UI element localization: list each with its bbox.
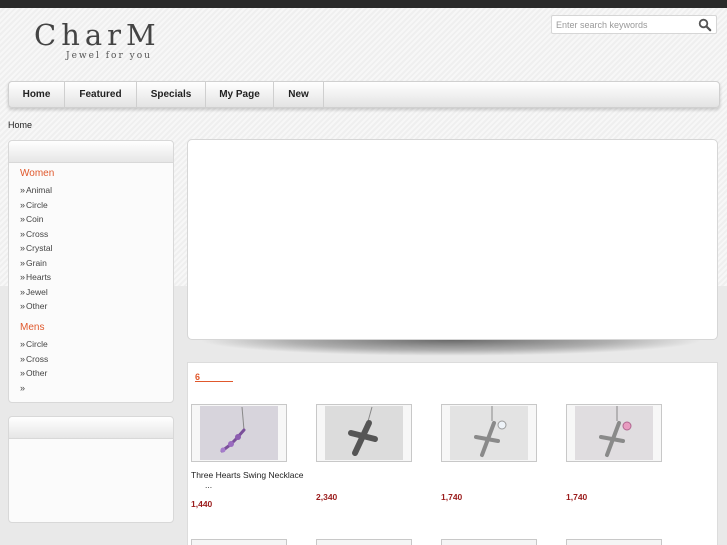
product-price: 1,740 (566, 492, 588, 502)
category-item[interactable]: » Other (20, 366, 48, 381)
double-chevron-icon: » (20, 185, 25, 195)
product-image[interactable] (566, 539, 662, 545)
double-chevron-icon: » (20, 257, 25, 268)
category-item[interactable]: » (20, 381, 48, 396)
product-image[interactable] (566, 404, 662, 462)
double-chevron-icon: » (20, 301, 25, 311)
secondary-panel-header (9, 417, 173, 439)
nav-specials[interactable]: Specials (137, 82, 206, 107)
product-image[interactable] (191, 404, 287, 462)
double-chevron-icon: » (20, 286, 25, 297)
nav-home[interactable]: Home (9, 82, 65, 107)
breadcrumb[interactable]: Home (8, 120, 32, 130)
product-price: 2,340 (316, 492, 338, 502)
product-card[interactable]: 2,340 (316, 404, 412, 502)
product-card[interactable]: 1,740 (441, 404, 537, 502)
double-chevron-icon: » (20, 353, 25, 364)
category-item[interactable]: » Cross (20, 352, 48, 367)
search-input[interactable] (556, 18, 691, 32)
product-listing: 6 Three Hearts Swing Necklace ... 1,440 (187, 362, 718, 545)
search-box (551, 15, 717, 34)
double-chevron-icon: » (20, 272, 25, 282)
logo-title: CharM (34, 18, 161, 52)
product-image[interactable] (316, 404, 412, 462)
product-price: 1,440 (191, 499, 213, 509)
secondary-panel (8, 416, 174, 523)
nav-new[interactable]: New (274, 82, 324, 107)
double-chevron-icon: » (20, 368, 25, 378)
double-chevron-icon: » (20, 228, 25, 239)
double-chevron-icon: » (20, 199, 25, 210)
category-item[interactable]: » Circle (20, 198, 52, 213)
top-bar (0, 0, 727, 8)
category-item[interactable]: » Cross (20, 227, 52, 242)
product-card[interactable]: 1,740 (566, 404, 662, 502)
banner-shadow (198, 340, 704, 356)
product-image[interactable] (441, 539, 537, 545)
category-item[interactable]: » Coin (20, 212, 52, 227)
site-logo[interactable]: CharM Jewel for you (34, 18, 161, 61)
category-item[interactable]: » Hearts (20, 270, 52, 285)
category-heading-women[interactable]: Women (20, 168, 54, 179)
main-banner[interactable] (187, 139, 718, 340)
double-chevron-icon: » (20, 243, 25, 253)
logo-tagline: Jewel for you (66, 51, 152, 61)
product-count-link[interactable]: 6 (195, 372, 233, 382)
product-image[interactable] (191, 539, 287, 545)
product-image[interactable] (441, 404, 537, 462)
product-card[interactable]: Three Hearts Swing Necklace ... 1,440 (191, 404, 303, 509)
search-icon[interactable] (698, 18, 712, 32)
product-name[interactable]: Three Hearts Swing Necklace (191, 470, 303, 480)
category-item[interactable]: » Animal (20, 183, 52, 198)
nav-featured[interactable]: Featured (65, 82, 137, 107)
nav-my-page[interactable]: My Page (206, 82, 274, 107)
women-category-list: » Animal » Circle » Coin » Cross » Crystal » G… (20, 183, 52, 314)
main-nav: Home Featured Specials My Page New (8, 81, 720, 108)
double-chevron-icon: » (20, 339, 25, 349)
product-image[interactable] (316, 539, 412, 545)
category-heading-mens[interactable]: Mens (20, 322, 44, 333)
double-chevron-icon: » (20, 382, 25, 393)
category-item[interactable]: » Jewel (20, 285, 52, 300)
product-name-continued: ... (205, 480, 213, 490)
double-chevron-icon: » (20, 214, 25, 224)
category-item[interactable]: » Crystal (20, 241, 52, 256)
category-panel-header (9, 141, 173, 163)
category-item[interactable]: » Other (20, 299, 52, 314)
product-price: 1,740 (441, 492, 463, 502)
category-item[interactable]: » Circle (20, 337, 48, 352)
category-panel: Women » Animal » Circle » Coin » Cross » Crys… (8, 140, 174, 403)
mens-category-list: » Circle » Cross » Other » (20, 337, 48, 395)
category-item[interactable]: » Grain (20, 256, 52, 271)
